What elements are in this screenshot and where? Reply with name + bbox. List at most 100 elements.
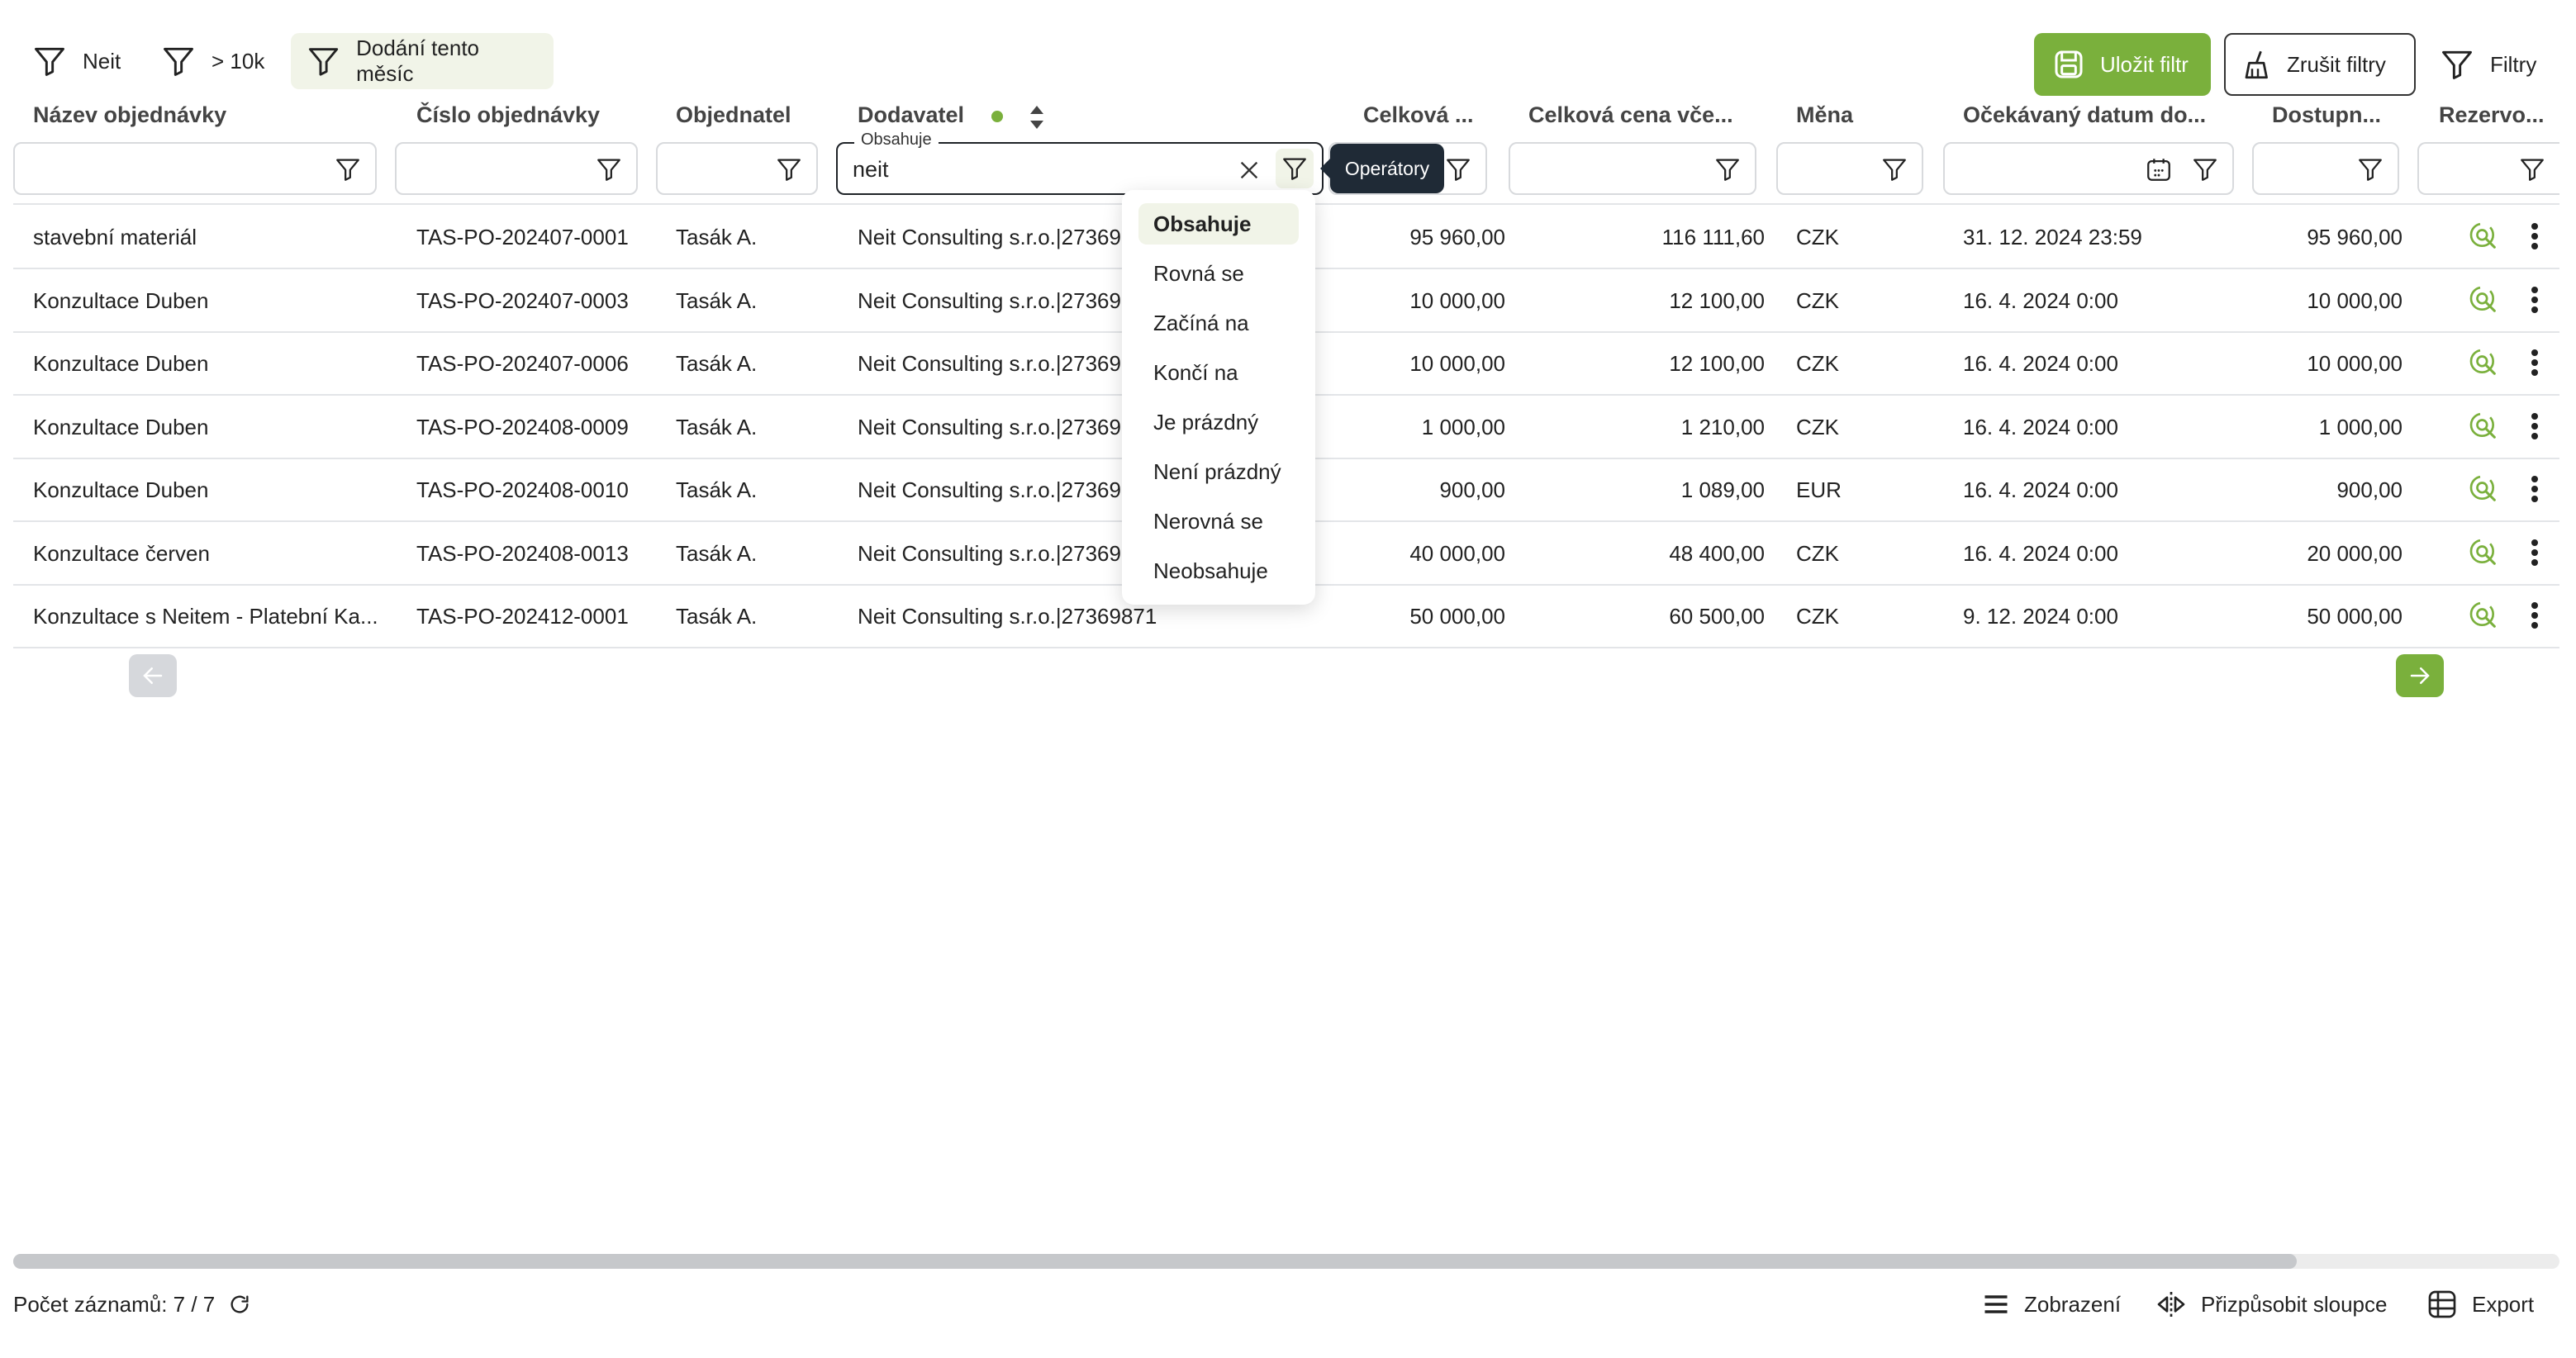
column-header-order-name[interactable]: Název objednávky (33, 102, 226, 128)
cell-expected-date: 16. 4. 2024 0:00 (1963, 351, 2118, 376)
column-header-available[interactable]: Dostupn... (2272, 102, 2381, 128)
more-actions-icon[interactable] (2530, 411, 2540, 441)
active-filter-dot (991, 111, 1003, 122)
clear-filters-button[interactable]: Zrušit filtry (2224, 33, 2416, 96)
sort-icon[interactable] (1028, 104, 1046, 131)
reserve-icon[interactable] (2467, 536, 2500, 569)
filter-icon[interactable] (1880, 155, 1908, 183)
cell-total-vat: 1 210,00 (1680, 414, 1765, 439)
view-button[interactable]: Zobrazení (1981, 1284, 2121, 1325)
filter-icon[interactable] (595, 155, 623, 183)
reserve-icon[interactable] (2467, 472, 2500, 506)
operator-is-empty[interactable]: Je prázdný (1138, 401, 1299, 443)
cell-supplier: Neit Consulting s.r.o.|27369 (858, 287, 1121, 313)
cell-expected-date: 16. 4. 2024 0:00 (1963, 414, 2118, 439)
filter-icon[interactable] (2356, 155, 2384, 183)
export-button[interactable]: Export (2426, 1284, 2534, 1325)
prev-page-button[interactable] (129, 654, 177, 697)
cell-orderer: Tasák A. (676, 477, 758, 502)
broom-icon (2245, 50, 2268, 79)
cell-available: 1 000,00 (2318, 414, 2403, 439)
operator-not-equals[interactable]: Nerovná se (1138, 501, 1299, 542)
refresh-icon[interactable] (228, 1293, 251, 1316)
cell-supplier: Neit Consulting s.r.o.|27369 (858, 477, 1121, 502)
cell-total: 1 000,00 (1421, 414, 1505, 439)
operator-starts-with[interactable]: Začíná na (1138, 302, 1299, 344)
more-actions-icon[interactable] (2530, 221, 2540, 251)
operator-equals[interactable]: Rovná se (1138, 253, 1299, 294)
filter-icon[interactable] (2191, 155, 2219, 183)
operators-menu: Obsahuje Rovná se Začíná na Končí na Je … (1122, 190, 1315, 605)
cell-expected-date: 16. 4. 2024 0:00 (1963, 477, 2118, 502)
next-page-button[interactable] (2396, 654, 2444, 697)
more-actions-icon[interactable] (2530, 601, 2540, 630)
column-header-expected-date[interactable]: Očekávaný datum do... (1963, 102, 2206, 128)
filter-icon[interactable] (334, 155, 362, 183)
more-actions-icon[interactable] (2530, 474, 2540, 504)
cell-orderer: Tasák A. (676, 604, 758, 629)
cell-orderer: Tasák A. (676, 540, 758, 566)
more-actions-icon[interactable] (2530, 538, 2540, 567)
filters-label: Filtry (2490, 51, 2537, 77)
cell-order-name: Konzultace Duben (33, 477, 209, 502)
chip-label: Neit (83, 48, 121, 74)
columns-resize-icon (2157, 1292, 2185, 1317)
filter-input-supplier[interactable]: Obsahuje neit (836, 131, 1324, 195)
supplier-filter-value[interactable]: neit (853, 157, 889, 183)
filter-input-order-number[interactable] (395, 142, 638, 195)
reserve-icon[interactable] (2467, 599, 2500, 632)
cell-orderer: Tasák A. (676, 225, 758, 249)
column-header-total-vat[interactable]: Celková cena vče... (1528, 102, 1733, 128)
more-actions-icon[interactable] (2530, 285, 2540, 315)
cell-expected-date: 16. 4. 2024 0:00 (1963, 540, 2118, 566)
reserve-icon[interactable] (2467, 283, 2500, 316)
filter-input-currency[interactable] (1776, 142, 1923, 195)
cell-order-number: TAS-PO-202408-0010 (416, 477, 629, 502)
column-header-supplier[interactable]: Dodavatel (858, 102, 964, 128)
operator-is-not-empty[interactable]: Není prázdný (1138, 451, 1299, 492)
filter-icon (35, 47, 64, 76)
chip-label: > 10k (211, 48, 265, 74)
operators-toggle-button[interactable] (1276, 149, 1314, 188)
clear-filters-label: Zrušit filtry (2287, 51, 2386, 77)
column-header-currency[interactable]: Měna (1796, 102, 1853, 128)
horizontal-scrollbar-track[interactable] (13, 1254, 2559, 1269)
cell-available: 10 000,00 (2307, 351, 2403, 376)
clear-icon[interactable] (1236, 157, 1262, 183)
more-actions-icon[interactable] (2530, 348, 2540, 377)
horizontal-scrollbar-thumb[interactable] (13, 1254, 2297, 1269)
filter-icon[interactable] (2518, 155, 2546, 183)
column-header-total[interactable]: Celková ... (1363, 102, 1474, 128)
filter-icon[interactable] (1444, 155, 1472, 183)
filters-button[interactable]: Filtry (2439, 33, 2536, 96)
cell-order-number: TAS-PO-202407-0006 (416, 351, 629, 376)
filter-input-total-vat[interactable] (1509, 142, 1756, 195)
filter-input-available[interactable] (2252, 142, 2399, 195)
filter-input-order-name[interactable] (13, 142, 377, 195)
filter-icon[interactable] (1713, 155, 1742, 183)
filter-chip-10k[interactable]: > 10k (145, 33, 279, 89)
filter-chip-delivery-month[interactable]: Dodání tento měsíc (291, 33, 554, 89)
filter-input-reserved[interactable] (2417, 142, 2559, 195)
operator-not-contains[interactable]: Neobsahuje (1138, 550, 1299, 591)
operator-contains[interactable]: Obsahuje (1138, 203, 1299, 245)
filter-input-orderer[interactable] (656, 142, 818, 195)
cell-available: 900,00 (2336, 477, 2403, 502)
save-filter-button[interactable]: Uložit filtr (2034, 33, 2211, 96)
calendar-icon[interactable] (2145, 155, 2173, 183)
filter-icon[interactable] (775, 155, 803, 183)
cell-supplier: Neit Consulting s.r.o.|27369871 (858, 604, 1157, 629)
column-header-order-number[interactable]: Číslo objednávky (416, 102, 600, 128)
adjust-columns-button[interactable]: Přizpůsobit sloupce (2155, 1284, 2387, 1325)
reserve-icon[interactable] (2467, 410, 2500, 443)
filter-input-expected-date[interactable] (1943, 142, 2234, 195)
column-header-orderer[interactable]: Objednatel (676, 102, 791, 128)
filter-chip-neit[interactable]: Neit (17, 33, 135, 89)
cell-total: 900,00 (1439, 477, 1505, 502)
column-header-reserved[interactable]: Rezervo... (2439, 102, 2545, 128)
reserve-icon[interactable] (2467, 220, 2500, 253)
operator-ends-with[interactable]: Končí na (1138, 352, 1299, 393)
cell-currency: CZK (1796, 225, 1839, 249)
reserve-icon[interactable] (2467, 346, 2500, 379)
view-label: Zobrazení (2024, 1291, 2122, 1317)
